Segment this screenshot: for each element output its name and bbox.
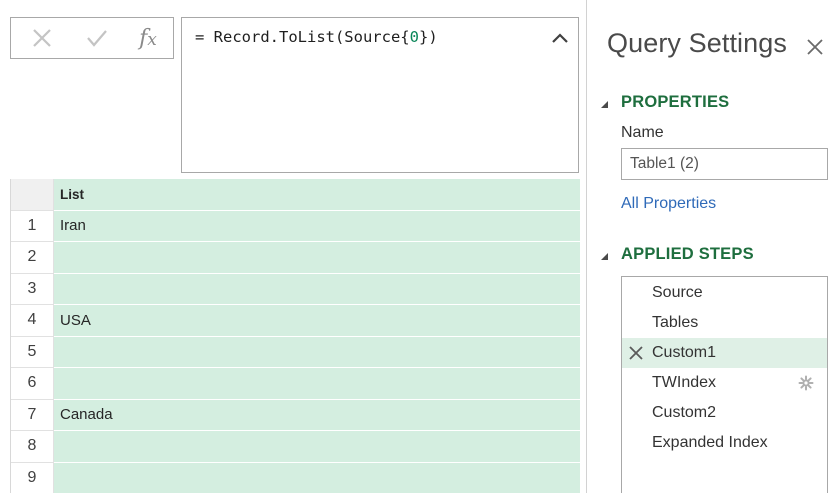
data-grid: List 1 Iran 2 3 4 USA 5 6 7 Canada 8 9 bbox=[10, 179, 580, 493]
step-tables[interactable]: Tables bbox=[622, 308, 827, 338]
table-row: 8 bbox=[11, 431, 580, 463]
grid-header-row: List bbox=[11, 179, 580, 211]
step-source[interactable]: Source bbox=[622, 278, 827, 308]
table-row: 9 bbox=[11, 462, 580, 493]
row-number[interactable]: 5 bbox=[11, 336, 54, 368]
list-cell[interactable] bbox=[54, 368, 580, 400]
query-editor-pane: fx = Record.ToList(Source{0}) List 1 Iran… bbox=[0, 0, 586, 493]
step-label: Tables bbox=[652, 314, 699, 331]
close-icon bbox=[807, 39, 823, 55]
table-row: 5 bbox=[11, 336, 580, 368]
collapse-triangle-icon bbox=[601, 252, 608, 260]
collapse-triangle-icon bbox=[601, 100, 608, 108]
table-row: 6 bbox=[11, 368, 580, 400]
step-custom1[interactable]: Custom1 bbox=[622, 338, 827, 368]
chevron-up-icon bbox=[552, 33, 568, 43]
column-header-list[interactable]: List bbox=[54, 179, 580, 211]
cancel-formula-button[interactable] bbox=[27, 24, 57, 52]
list-cell[interactable] bbox=[54, 242, 580, 274]
delete-step-icon[interactable] bbox=[628, 345, 644, 361]
commit-formula-button[interactable] bbox=[82, 24, 112, 52]
formula-bar-buttons: fx bbox=[10, 17, 174, 59]
close-icon bbox=[33, 29, 51, 47]
properties-section-toggle[interactable]: PROPERTIES bbox=[601, 93, 729, 112]
step-label: Custom2 bbox=[652, 404, 717, 421]
collapse-formula-button[interactable] bbox=[550, 29, 570, 47]
table-row: 3 bbox=[11, 273, 580, 305]
table-row: 7 Canada bbox=[11, 399, 580, 431]
list-cell[interactable] bbox=[54, 462, 580, 493]
step-label: TWIndex bbox=[652, 374, 717, 391]
query-settings-pane: Query Settings PROPERTIES Name All Prope… bbox=[587, 0, 828, 493]
step-expanded-index[interactable]: Expanded Index bbox=[622, 428, 827, 458]
formula-input[interactable]: = Record.ToList(Source{0}) bbox=[181, 17, 579, 173]
step-custom2[interactable]: Custom2 bbox=[622, 398, 827, 428]
close-query-settings-button[interactable] bbox=[804, 36, 826, 58]
row-number[interactable]: 4 bbox=[11, 305, 54, 337]
all-properties-link[interactable]: All Properties bbox=[621, 195, 716, 213]
row-number[interactable]: 7 bbox=[11, 399, 54, 431]
table-row: 1 Iran bbox=[11, 210, 580, 242]
insert-function-button[interactable]: fx bbox=[133, 24, 163, 52]
list-cell[interactable]: USA bbox=[54, 305, 580, 337]
step-label: Custom1 bbox=[652, 344, 717, 361]
applied-steps-heading: APPLIED STEPS bbox=[621, 245, 754, 263]
list-cell[interactable]: Canada bbox=[54, 399, 580, 431]
checkmark-icon bbox=[87, 30, 107, 47]
row-number[interactable]: 1 bbox=[11, 210, 54, 242]
fx-icon: fx bbox=[139, 25, 157, 51]
list-cell[interactable] bbox=[54, 431, 580, 463]
step-twindex[interactable]: TWIndex bbox=[622, 368, 827, 398]
step-label: Source bbox=[652, 284, 703, 301]
properties-heading: PROPERTIES bbox=[621, 93, 730, 111]
step-label: Expanded Index bbox=[652, 434, 768, 451]
name-label: Name bbox=[621, 124, 664, 141]
row-number[interactable]: 9 bbox=[11, 462, 54, 493]
list-cell[interactable] bbox=[54, 336, 580, 368]
query-name-input[interactable] bbox=[621, 148, 828, 180]
grid-corner[interactable] bbox=[11, 179, 54, 211]
row-number[interactable]: 6 bbox=[11, 368, 54, 400]
formula-text[interactable]: = Record.ToList(Source{0}) bbox=[195, 28, 438, 46]
table-row: 4 USA bbox=[11, 305, 580, 337]
gear-icon[interactable] bbox=[798, 375, 814, 391]
list-cell[interactable]: Iran bbox=[54, 210, 580, 242]
row-number[interactable]: 3 bbox=[11, 273, 54, 305]
applied-steps-list: Source Tables Custom1 TWIndex Custom2 Ex… bbox=[621, 276, 828, 493]
list-cell[interactable] bbox=[54, 273, 580, 305]
row-number[interactable]: 2 bbox=[11, 242, 54, 274]
row-number[interactable]: 8 bbox=[11, 431, 54, 463]
query-settings-title: Query Settings bbox=[607, 28, 787, 58]
applied-steps-section-toggle[interactable]: APPLIED STEPS bbox=[601, 245, 754, 264]
table-row: 2 bbox=[11, 242, 580, 274]
